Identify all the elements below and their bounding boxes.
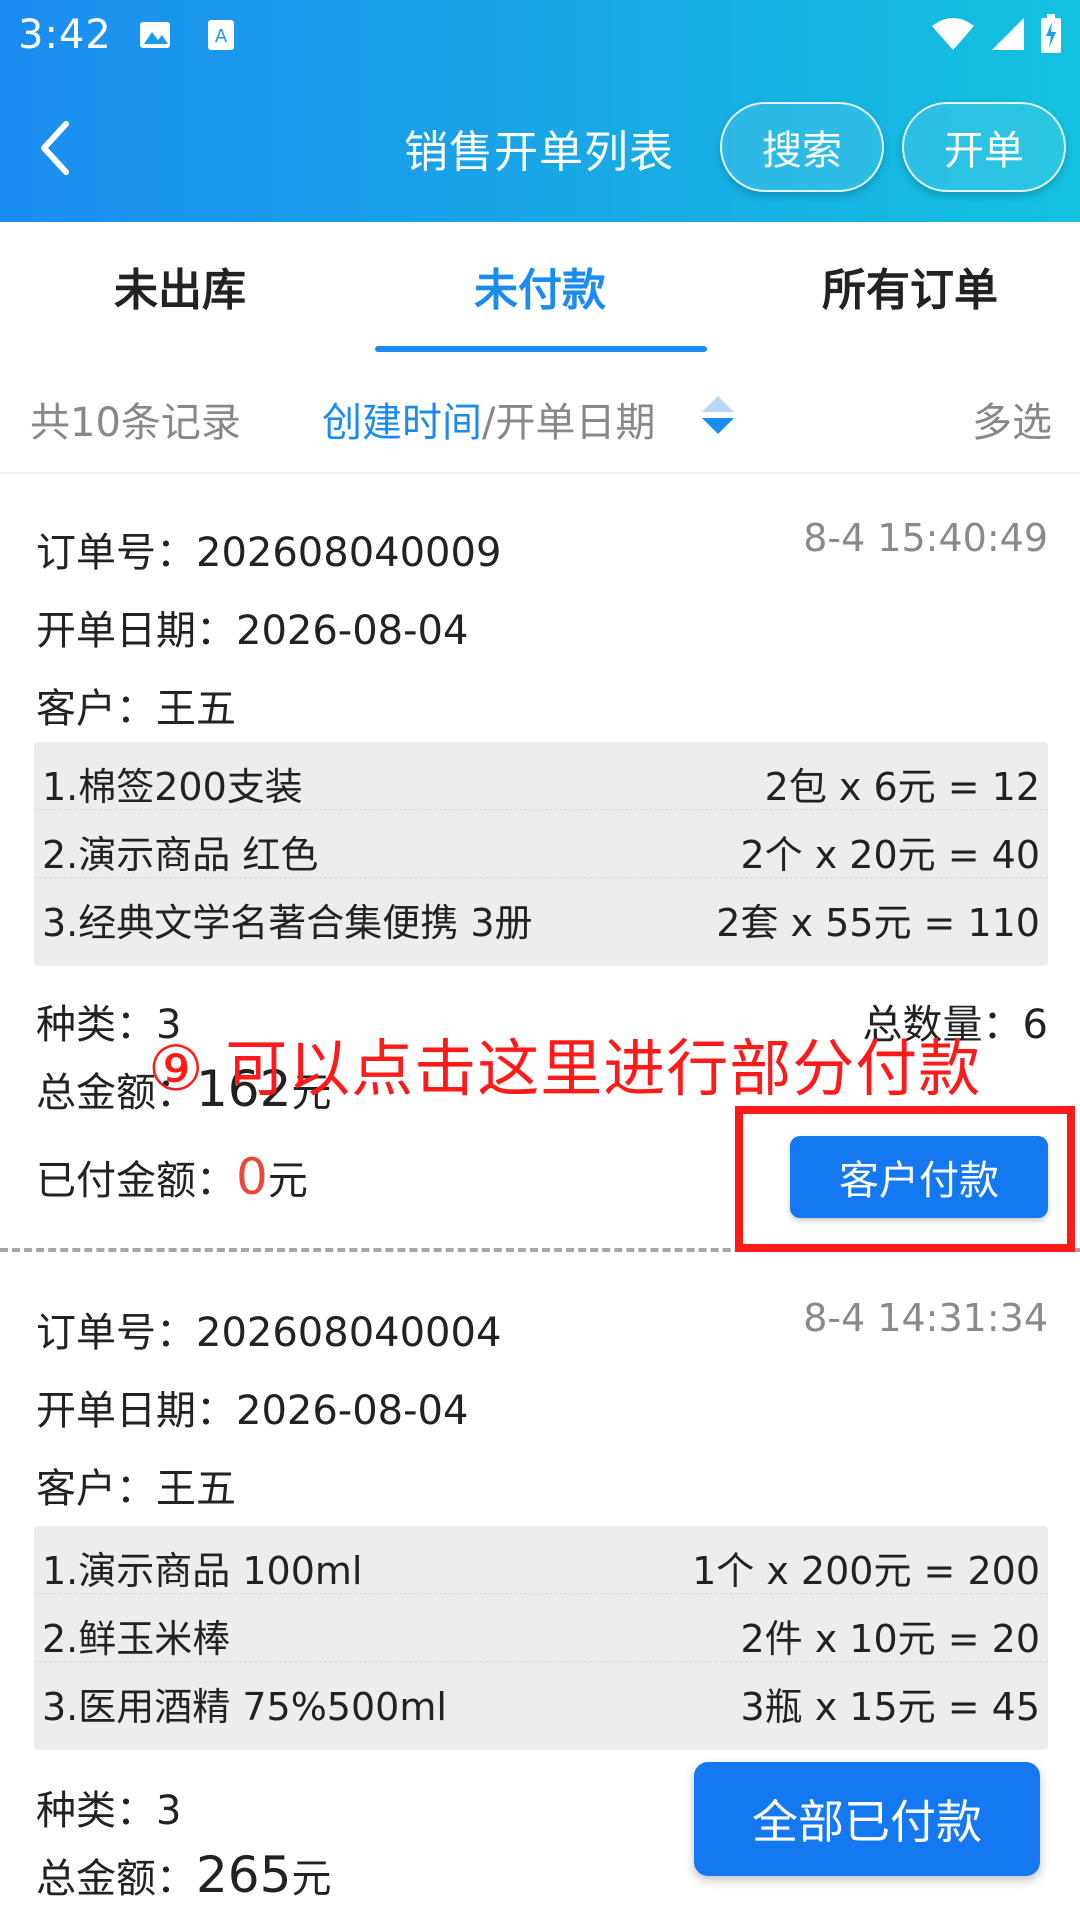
- total-amount: 总金额：265元: [36, 1846, 331, 1904]
- total-amount-label: 总金额：: [36, 1856, 196, 1902]
- filter-row: 共10条记录 创建时间/开单日期 多选: [0, 354, 1080, 474]
- item-calc: 1个 x 200元 = 200: [692, 1549, 1040, 1593]
- battery-icon: [1041, 14, 1061, 53]
- multi-select-button[interactable]: 多选: [972, 390, 1052, 448]
- order-date: 开单日期：2026-08-04: [36, 1388, 469, 1434]
- status-icons-right: [930, 14, 1062, 54]
- highlight-box: [735, 1106, 1075, 1252]
- item-name: 1.棉签200支装: [42, 765, 303, 809]
- list-item: 3.经典文学名著合集便携 3册 2套 x 55元 = 110: [34, 878, 1048, 946]
- svg-text:A: A: [215, 26, 228, 47]
- tab-unpaid[interactable]: 未付款: [400, 254, 680, 318]
- paid-amount-label: 已付金额：: [36, 1158, 236, 1204]
- item-name: 1.演示商品 100ml: [42, 1549, 363, 1593]
- list-item: 2.鲜玉米棒 2件 x 10元 = 20: [34, 1594, 1048, 1662]
- item-calc: 2件 x 10元 = 20: [740, 1617, 1040, 1661]
- order-date: 开单日期：2026-08-04: [36, 608, 469, 654]
- list-item: 2.演示商品 红色 2个 x 20元 = 40: [34, 810, 1048, 878]
- customer-name: 客户：王五: [36, 686, 236, 732]
- tab-bar: 未出库 未付款 所有订单: [0, 222, 1080, 354]
- open-order-button[interactable]: 开单: [902, 102, 1066, 192]
- item-name: 3.经典文学名著合集便携 3册: [42, 901, 533, 945]
- list-item: 1.演示商品 100ml 1个 x 200元 = 200: [34, 1526, 1048, 1594]
- image-icon: [140, 22, 170, 48]
- sort-primary-label: 创建时间: [322, 400, 482, 446]
- tab-not-shipped[interactable]: 未出库: [40, 254, 320, 318]
- status-time: 3:42: [18, 12, 112, 58]
- search-button[interactable]: 搜索: [720, 102, 884, 192]
- kind-count: 种类：3: [36, 1788, 182, 1834]
- order-number: 订单号：202608040009: [36, 530, 502, 576]
- customer-name: 客户：王五: [36, 1466, 236, 1512]
- tab-all-orders[interactable]: 所有订单: [760, 254, 1060, 318]
- sort-toggle-icon[interactable]: [700, 392, 736, 438]
- list-item: 1.棉签200支装 2包 x 6元 = 12: [34, 742, 1048, 810]
- wifi-icon: [932, 18, 974, 50]
- page-title: 销售开单列表: [404, 127, 674, 178]
- item-list: 1.演示商品 100ml 1个 x 200元 = 200 2.鲜玉米棒 2件 x…: [34, 1526, 1048, 1750]
- total-amount-unit: 元: [291, 1856, 332, 1902]
- app-header: 3:42 A 销售开单列表 搜索 开单: [0, 0, 1080, 222]
- sort-secondary-label: /开单日期: [482, 400, 656, 446]
- item-name: 3.医用酒精 75%500ml: [42, 1685, 447, 1729]
- item-name: 2.鲜玉米棒: [42, 1617, 231, 1661]
- sort-selector[interactable]: 创建时间/开单日期: [322, 390, 655, 448]
- paid-amount-unit: 元: [267, 1158, 308, 1204]
- order-time: 8-4 15:40:49: [803, 516, 1048, 560]
- tutorial-annotation: ⑨ 可以点击这里进行部分付款: [148, 1032, 982, 1105]
- list-item: 3.医用酒精 75%500ml 3瓶 x 15元 = 45: [34, 1662, 1048, 1730]
- paid-amount-value: 0: [236, 1148, 268, 1206]
- text-app-icon: A: [208, 20, 234, 50]
- all-paid-button[interactable]: 全部已付款: [694, 1762, 1040, 1876]
- back-arrow-icon[interactable]: [36, 118, 76, 178]
- signal-icon: [992, 18, 1024, 50]
- active-tab-indicator: [375, 346, 707, 352]
- item-calc: 2个 x 20元 = 40: [740, 833, 1040, 877]
- paid-amount: 已付金额：0元: [36, 1148, 308, 1206]
- record-count: 共10条记录: [30, 400, 241, 446]
- item-calc: 2包 x 6元 = 12: [764, 765, 1040, 809]
- order-time: 8-4 14:31:34: [803, 1296, 1048, 1340]
- item-list: 1.棉签200支装 2包 x 6元 = 12 2.演示商品 红色 2个 x 20…: [34, 742, 1048, 966]
- order-number: 订单号：202608040004: [36, 1310, 502, 1356]
- total-amount-value: 265: [196, 1846, 292, 1904]
- status-icons-left: A: [138, 18, 236, 52]
- item-name: 2.演示商品 红色: [42, 833, 319, 877]
- item-calc: 3瓶 x 15元 = 45: [740, 1685, 1040, 1729]
- item-calc: 2套 x 55元 = 110: [716, 901, 1040, 945]
